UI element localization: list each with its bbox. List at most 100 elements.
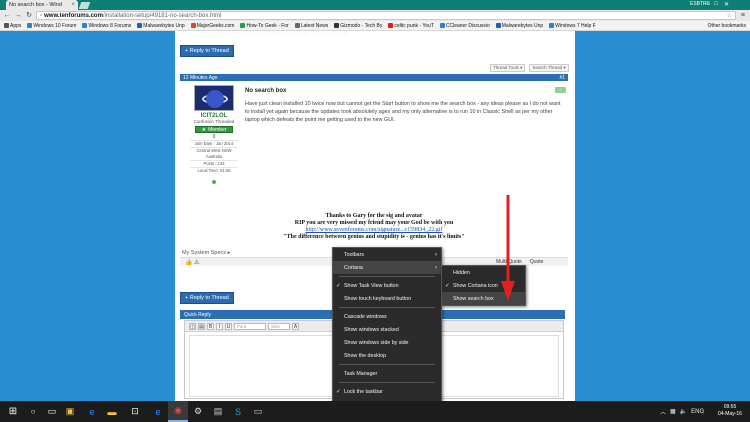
rank-label: Member <box>208 126 227 133</box>
online-status-icon <box>212 180 216 184</box>
context-menu-item[interactable]: ✓ Show Task View button <box>333 279 441 292</box>
bookmark-label: celtic punk - YouT <box>394 22 434 29</box>
bookmark-label: Malwarebytes Unp <box>143 22 185 29</box>
font-select[interactable]: Font <box>234 322 266 330</box>
text-color-button[interactable]: A <box>292 322 299 330</box>
back-icon[interactable]: ← <box>3 12 11 20</box>
language-indicator[interactable]: ENG <box>691 409 704 415</box>
notepad-icon[interactable]: ▤ <box>208 401 228 422</box>
quote-flag-icon[interactable]: ✓ <box>555 87 566 93</box>
tab-title: No search box - Wind <box>9 2 62 8</box>
thread-tools-button[interactable]: Thread Tools ▾ <box>490 64 526 72</box>
context-menu-item[interactable]: ✓ Lock the taskbar <box>333 385 441 398</box>
bookmark-item[interactable]: Gizmodo - Tech By <box>332 23 384 29</box>
close-button[interactable]: ✕ <box>724 1 729 8</box>
size-select[interactable]: Size <box>268 322 290 330</box>
user-title: Confusion Threaded <box>193 119 235 124</box>
context-menu-item[interactable]: Show the desktop <box>333 349 441 362</box>
browser-tab[interactable]: No search box - Wind × <box>6 0 78 10</box>
post-number[interactable]: #1 <box>559 75 565 81</box>
bookmark-label: Gizmodo - Tech By <box>340 22 383 29</box>
reply-to-thread-button[interactable]: + Reply to Thread <box>180 45 234 57</box>
bookmark-item[interactable]: CCleaner Discussio <box>438 23 492 29</box>
search-thread-button[interactable]: Search Thread ▾ <box>529 64 569 72</box>
context-menu-label: Toolbars <box>344 251 365 258</box>
reload-icon[interactable]: ↻ <box>25 12 33 20</box>
editor-paste-icon[interactable]: ▤ <box>198 322 205 330</box>
reply-to-thread-button-bottom[interactable]: + Reply to Thread <box>180 292 234 304</box>
task-view-icon[interactable]: ▭ <box>42 401 62 422</box>
context-menu-label: Show touch keyboard button <box>344 295 412 302</box>
editor-source-icon[interactable]: ◫ <box>189 322 196 330</box>
bookmark-item[interactable]: Apps <box>2 23 23 29</box>
minimize-button[interactable]: – <box>705 1 708 8</box>
bookmark-item[interactable]: Windows 7 Help F <box>547 23 598 29</box>
tab-close-icon[interactable]: × <box>71 2 75 8</box>
bookmark-favicon-icon <box>439 23 445 28</box>
edge-icon[interactable]: e <box>82 401 102 422</box>
context-menu-item[interactable]: Show touch keyboard button <box>333 292 441 305</box>
quote-button[interactable]: Quote <box>530 259 544 265</box>
bookmark-item[interactable]: celtic punk - YouT <box>386 23 435 29</box>
app-icon[interactable]: ▣ <box>60 401 80 422</box>
taskbar-clock[interactable]: 09:55 04-May-16 <box>714 404 746 418</box>
context-menu-label: Task Manager <box>344 370 378 377</box>
post-time: 12 Minutes Ago <box>183 75 218 81</box>
context-menu-item[interactable]: Cortana › <box>333 261 441 274</box>
bookmark-star-icon[interactable]: ☆ <box>727 12 732 19</box>
post-count: Posts : 133 <box>190 160 238 167</box>
avatar[interactable] <box>194 85 234 111</box>
breadcrumb[interactable]: › Windows 10 Forums › Installation and S… <box>196 31 348 37</box>
address-bar[interactable]: ▫ www.tenforums.com /installation-setup/… <box>36 11 736 20</box>
ie-icon[interactable]: e <box>148 401 168 422</box>
file-explorer-icon[interactable]: ▬ <box>102 401 122 422</box>
start-button[interactable]: ⊞ <box>3 401 23 422</box>
bookmark-favicon-icon <box>549 23 555 28</box>
context-menu-item[interactable]: Show windows side by side <box>333 336 441 349</box>
context-menu-item[interactable]: Show windows stacked <box>333 323 441 336</box>
network-icon[interactable]: ▦ <box>670 408 676 415</box>
context-menu-item[interactable]: Cascade windows <box>333 310 441 323</box>
bookmark-favicon-icon <box>190 23 196 28</box>
join-date: Join Date : Jan 2014 <box>190 140 238 147</box>
address-path: /installation-setup/49181-no-search-box.… <box>102 12 222 19</box>
bookmark-item[interactable]: Windows 10 Forum <box>25 23 78 29</box>
bold-button[interactable]: B <box>207 322 214 330</box>
context-menu-label: Show windows side by side <box>344 339 409 346</box>
underline-button[interactable]: U <box>225 322 232 330</box>
post-text: Have just clean installed 10 twice now b… <box>245 101 561 123</box>
page-info-icon[interactable]: ▫ <box>40 13 42 19</box>
context-menu-item[interactable]: Toolbars › <box>333 248 441 261</box>
new-tab-button[interactable] <box>78 2 91 9</box>
context-menu-item[interactable]: Task Manager <box>333 367 441 380</box>
maximize-button[interactable]: □ <box>714 1 718 8</box>
bookmark-favicon-icon <box>294 23 300 28</box>
context-menu-label: Show windows stacked <box>344 326 399 333</box>
other-bookmarks[interactable]: Other bookmarks <box>706 23 750 29</box>
monitor-icon[interactable]: ▭ <box>248 401 268 422</box>
bookmark-item[interactable]: Windows 8 Forums <box>80 23 133 29</box>
tray-chevron-icon[interactable]: ︿ <box>660 407 666 416</box>
forward-icon[interactable]: → <box>14 12 22 20</box>
bookmark-item[interactable]: Malwarebytes Unp <box>135 23 186 29</box>
system-specs-link[interactable]: My System Specs ▸ <box>182 250 230 256</box>
skype-icon[interactable]: S <box>228 401 248 422</box>
bookmark-item[interactable]: Latest News <box>293 23 331 29</box>
italic-button[interactable]: I <box>216 322 223 330</box>
settings-icon[interactable]: ⚙ <box>188 401 208 422</box>
bookmark-item[interactable]: How-To Geek - For <box>238 23 290 29</box>
rank-icon: ★ <box>201 126 207 133</box>
chrome-menu-icon[interactable]: ≡ <box>741 12 750 19</box>
bookmark-item[interactable]: Malwarebytes Unp <box>494 23 545 29</box>
browser-titlebar: No search box - Wind × ESBTRS – □ ✕ <box>0 0 750 10</box>
windows-taskbar: ⊞ ○ ▭ ▣ e ▬ ⊡ e ◉ ⚙ ▤ S ▭ ︿ ▦ 🔈 ENG 09:5… <box>0 401 750 422</box>
bookmark-label: MajorGeeks.com <box>196 22 235 29</box>
store-icon[interactable]: ⊡ <box>125 401 145 422</box>
bookmark-item[interactable]: MajorGeeks.com <box>189 23 237 29</box>
menu-separator <box>339 307 435 308</box>
chrome-icon[interactable]: ◉ <box>168 401 188 422</box>
cortana-icon[interactable]: ○ <box>23 401 43 422</box>
bookmark-favicon-icon <box>240 23 246 28</box>
volume-icon[interactable]: 🔈 <box>680 408 687 415</box>
like-icon[interactable]: 👍 ⚠ <box>185 259 200 266</box>
